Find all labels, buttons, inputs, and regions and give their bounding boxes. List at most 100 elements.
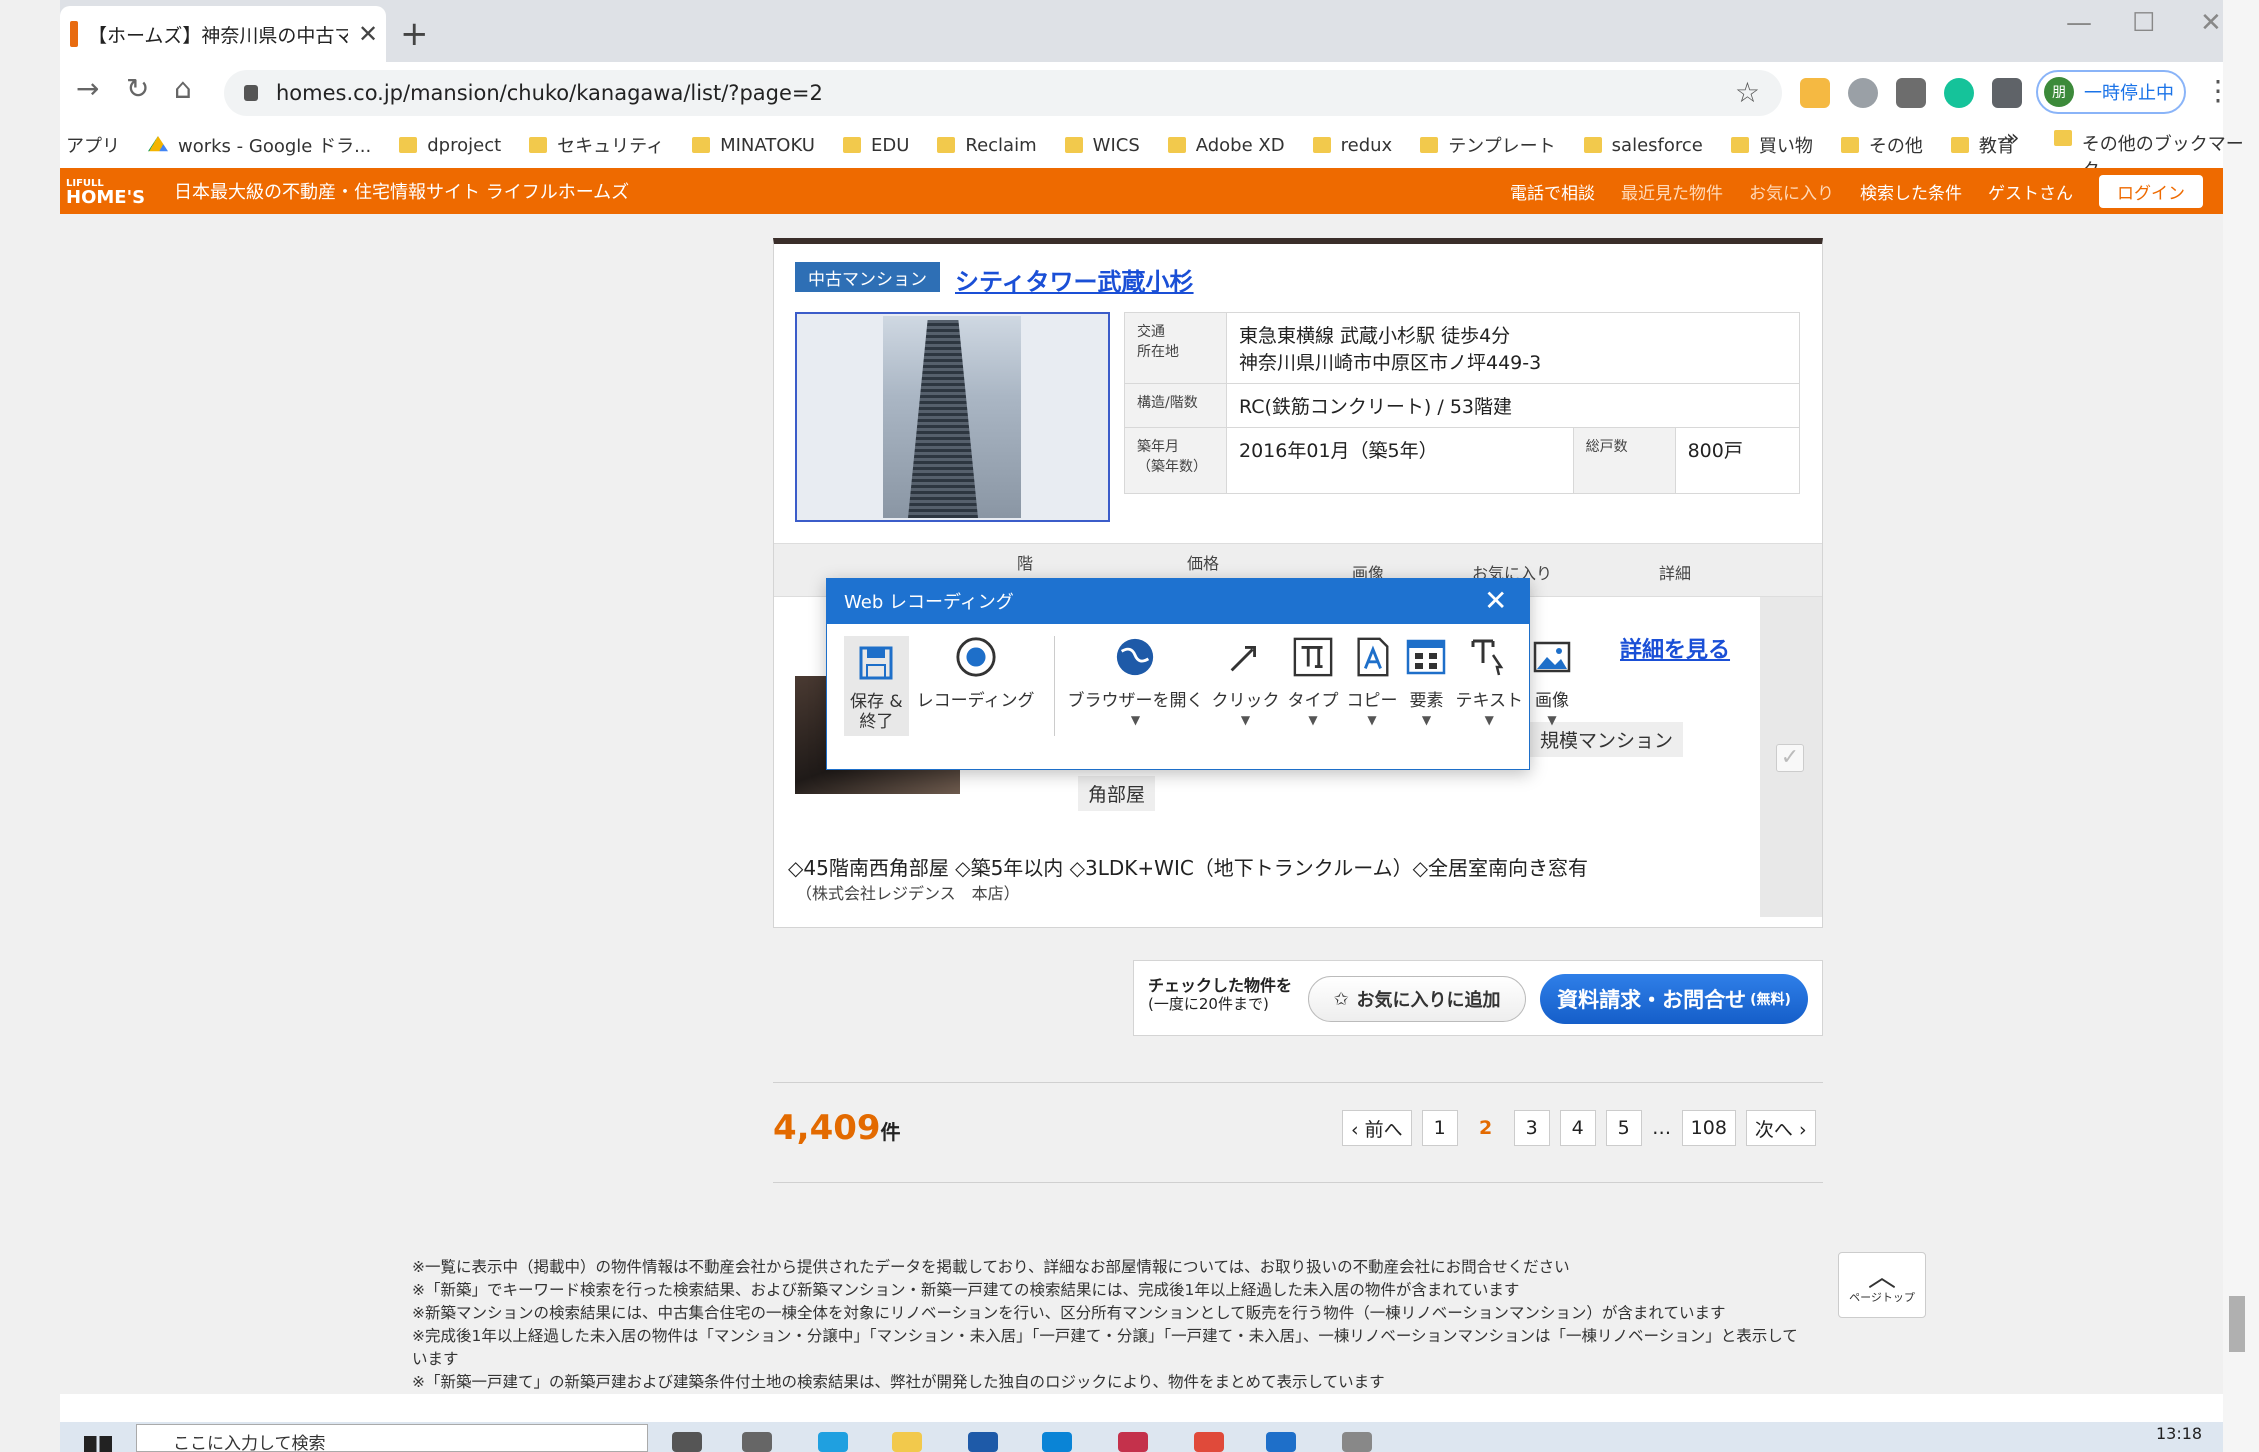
guest-user-link[interactable]: ゲストさん — [1988, 179, 2073, 204]
listing-checkbox[interactable]: ✓ — [1776, 744, 1804, 772]
minimize-icon[interactable]: — — [2066, 8, 2092, 38]
saved-search-link[interactable]: 検索した条件 — [1860, 179, 1962, 204]
login-button[interactable]: ログイン — [2099, 174, 2203, 208]
bookmark-folder[interactable]: Reclaim — [937, 134, 1037, 156]
extension-pen-icon[interactable] — [1800, 78, 1830, 108]
next-page-button[interactable]: 次へ › — [1745, 1110, 1816, 1146]
click-label: クリック — [1211, 691, 1280, 711]
page-link[interactable]: 1 — [1421, 1110, 1458, 1146]
task-view-icon[interactable] — [742, 1432, 772, 1452]
prev-page-button[interactable]: ‹ 前へ — [1342, 1110, 1412, 1146]
inquiry-button[interactable]: 資料請求・お問合せ (無料) — [1540, 974, 1808, 1024]
save-and-exit-button[interactable]: 保存 & 終了 — [844, 636, 909, 736]
type-button[interactable]: タイプ ▼ — [1287, 636, 1338, 727]
page-top-button[interactable]: ︿ ページトップ — [1838, 1252, 1926, 1318]
bookmark-folder[interactable]: redux — [1312, 135, 1392, 156]
site-logo[interactable]: LIFULL HOME'S — [66, 177, 154, 207]
extension-recycle-icon[interactable] — [1896, 78, 1926, 108]
bookmark-folder[interactable]: 買い物 — [1730, 132, 1813, 158]
cursor-click-icon — [1224, 636, 1266, 678]
chevron-down-icon: ▼ — [1130, 713, 1141, 727]
bookmark-label: Reclaim — [965, 134, 1037, 156]
text-button[interactable]: テキスト ▼ — [1455, 636, 1523, 727]
address-bar[interactable]: homes.co.jp/mansion/chuko/kanagawa/list/… — [224, 70, 1782, 116]
bookmark-folder[interactable]: MINATOKU — [692, 135, 815, 156]
element-label: 要素 — [1409, 691, 1444, 711]
add-favorites-button[interactable]: ✩ お気に入りに追加 — [1308, 976, 1526, 1022]
inquiry-label: 資料請求・お問合せ — [1557, 988, 1747, 1012]
open-browser-button[interactable]: ブラウザーを開く ▼ — [1067, 636, 1203, 727]
copy-doc-icon — [1351, 636, 1393, 678]
home-icon[interactable]: ⌂ — [174, 72, 192, 105]
taskbar-search-input[interactable]: ここに入力して検索 — [136, 1424, 648, 1452]
open-browser-label: ブラウザーを開く — [1067, 691, 1204, 711]
click-button[interactable]: クリック ▼ — [1211, 636, 1279, 727]
windows-start-icon[interactable] — [84, 1436, 112, 1452]
view-detail-link[interactable]: 詳細を見る — [1620, 632, 1730, 664]
extensions-puzzle-icon[interactable] — [1992, 78, 2022, 108]
dialog-close-icon[interactable]: ✕ — [1484, 584, 1507, 617]
bookmark-folder[interactable]: dproject — [399, 135, 501, 156]
new-tab-icon[interactable]: + — [400, 14, 429, 54]
browser-tab[interactable]: 【ホームズ】神奈川県の中古マンション ✕ — [60, 6, 386, 62]
tab-close-icon[interactable]: ✕ — [358, 20, 378, 48]
bookmark-folder[interactable]: テンプレート — [1420, 132, 1556, 158]
bookmark-star-icon[interactable]: ☆ — [1735, 76, 1760, 109]
profile-button[interactable]: 朋 一時停止中 — [2036, 70, 2186, 114]
toolbar-separator — [1054, 636, 1056, 736]
copy-label: コピー — [1346, 691, 1398, 711]
bookmark-apps[interactable]: アプリ — [66, 132, 120, 158]
dialog-title-bar[interactable]: Web レコーディング — [826, 578, 1530, 624]
bookmark-label: works - Google ドラ... — [178, 136, 372, 157]
last-page-link[interactable]: 108 — [1681, 1110, 1736, 1146]
bookmarks-overflow-button[interactable]: » — [2006, 126, 2019, 151]
grammarly-icon[interactable] — [1944, 78, 1974, 108]
bookmark-works-drive[interactable]: works - Google ドラ... — [148, 132, 371, 158]
record-button[interactable]: レコーディング — [916, 636, 1035, 711]
forward-icon[interactable]: → — [76, 72, 99, 105]
page-link[interactable]: 4 — [1559, 1110, 1596, 1146]
window-scrollbar-track[interactable] — [2223, 0, 2259, 1452]
browser-menu-icon[interactable]: ⋮ — [2204, 74, 2232, 107]
bookmark-folder[interactable]: セキュリティ — [529, 132, 664, 158]
bookmark-label: アプリ — [66, 136, 120, 157]
edge-icon[interactable] — [818, 1432, 848, 1452]
element-button[interactable]: 要素 ▼ — [1405, 636, 1447, 727]
uipath-icon[interactable] — [1266, 1432, 1296, 1452]
site-tagline: 日本最大級の不動産・住宅情報サイト ライフルホームズ — [174, 182, 630, 203]
property-name-link[interactable]: シティタワー武蔵小杉 — [955, 262, 1194, 297]
bookmark-folder[interactable]: その他 — [1840, 132, 1923, 158]
close-window-icon[interactable]: ✕ — [2200, 8, 2222, 38]
extension-chat-icon[interactable] — [1848, 78, 1878, 108]
bookmark-label: 買い物 — [1758, 136, 1813, 157]
result-count-unit: 件 — [880, 1120, 901, 1144]
mail-icon[interactable] — [968, 1432, 998, 1452]
phone-consult-link[interactable]: 電話で相談 — [1510, 179, 1595, 204]
cortana-icon[interactable] — [672, 1432, 702, 1452]
recording-toolbar: 保存 & 終了 レコーディング ブラウザーを開く ▼ クリック ▼ タイプ ▼ … — [844, 636, 1581, 756]
page-link[interactable]: 3 — [1513, 1110, 1550, 1146]
address-label: 所在地 — [1137, 344, 1179, 360]
maximize-icon[interactable]: ☐ — [2132, 8, 2155, 38]
record-label: レコーディング — [916, 691, 1035, 711]
bookmark-folder[interactable]: WICS — [1064, 135, 1140, 156]
reload-icon[interactable]: ↻ — [126, 72, 149, 105]
desktop-left-edge — [0, 0, 60, 1452]
recent-viewed-link[interactable]: 最近見た物件 — [1621, 179, 1723, 204]
bookmark-folder[interactable]: EDU — [842, 135, 909, 156]
folder-icon — [1064, 137, 1083, 153]
bookmark-folder[interactable]: salesforce — [1583, 135, 1703, 156]
copy-button[interactable]: コピー ▼ — [1346, 636, 1397, 727]
store-icon[interactable] — [1042, 1432, 1072, 1452]
save-label-line2: 終了 — [859, 712, 894, 732]
image-button[interactable]: 画像 ▼ — [1531, 636, 1573, 727]
slack-icon[interactable] — [1118, 1432, 1148, 1452]
bookmark-folder[interactable]: Adobe XD — [1167, 135, 1285, 156]
notepad-icon[interactable] — [1342, 1432, 1372, 1452]
bookmark-label: MINATOKU — [720, 134, 815, 156]
page-link[interactable]: 5 — [1605, 1110, 1642, 1146]
file-explorer-icon[interactable] — [892, 1432, 922, 1452]
scrollbar-thumb[interactable] — [2229, 1296, 2245, 1352]
favorites-link[interactable]: お気に入り — [1749, 179, 1834, 204]
chrome-icon[interactable] — [1194, 1432, 1224, 1452]
